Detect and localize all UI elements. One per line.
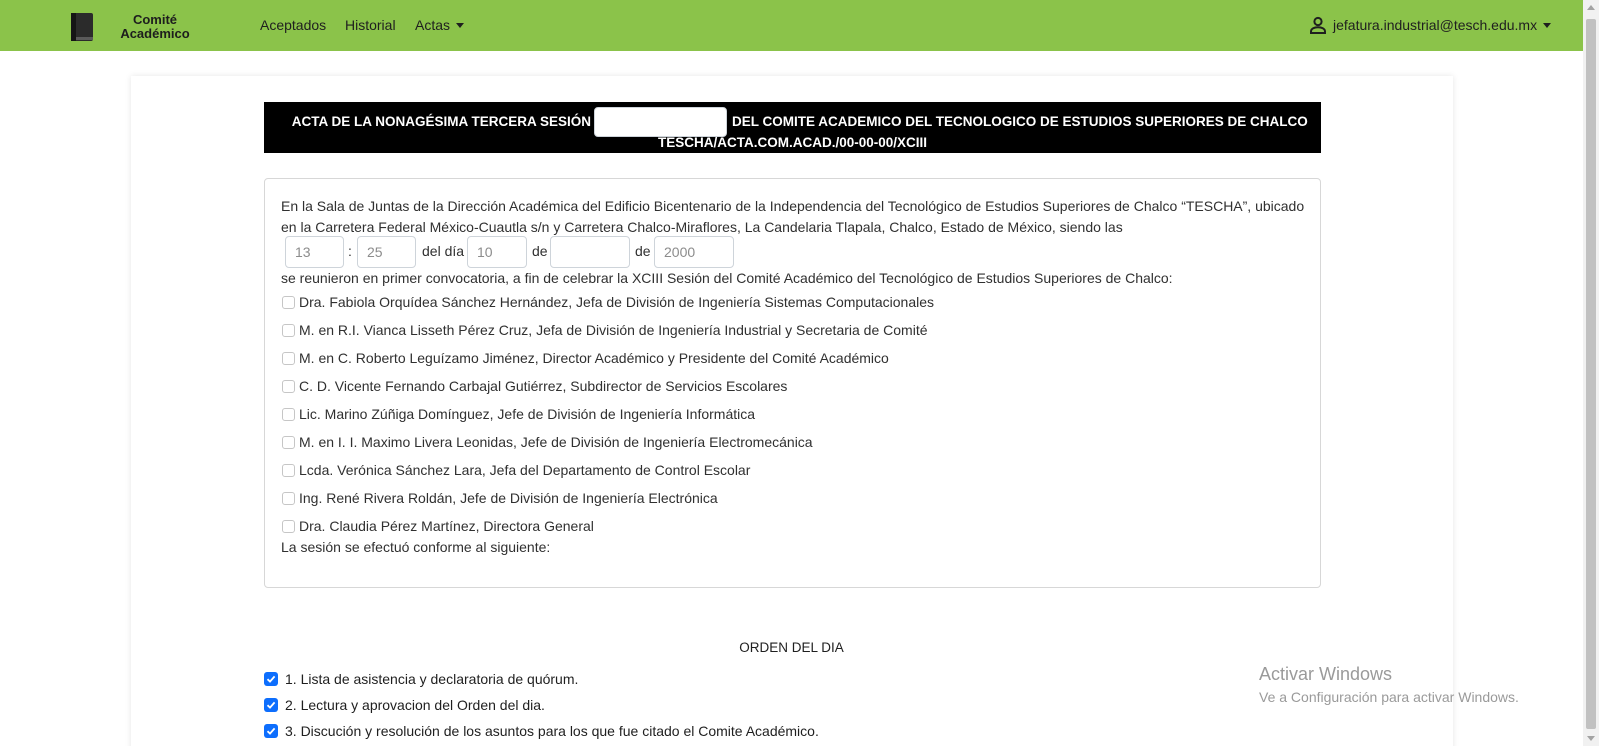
de-label-2: de — [635, 243, 651, 259]
attendee-checkbox[interactable] — [282, 408, 295, 421]
orden-label: 3. Discución y resolución de los asuntos… — [285, 723, 819, 739]
windows-activation-title: Activar Windows — [1259, 664, 1393, 684]
scroll-up-arrow-icon[interactable] — [1587, 5, 1595, 10]
attendee-label: C. D. Vicente Fernando Carbajal Gutiérre… — [299, 378, 788, 394]
acta-header: ACTA DE LA NONAGÉSIMA TERCERA SESIÓN DEL… — [264, 102, 1321, 153]
attendee-checkbox[interactable] — [282, 352, 295, 365]
orden-checkbox[interactable] — [264, 698, 278, 712]
nav-actas-label: Actas — [415, 17, 451, 33]
scroll-thumb[interactable] — [1586, 19, 1596, 729]
chevron-down-icon — [1543, 23, 1552, 28]
nav-aceptados[interactable]: Aceptados — [260, 17, 326, 33]
windows-activation-subtitle: Ve a Configuración para activar Windows. — [1259, 689, 1519, 705]
acta-code: TESCHA/ACTA.COM.ACAD./00-00-00/XCIII — [657, 135, 928, 150]
orden-label: 2. Lectura y aprovacion del Orden del di… — [285, 697, 545, 713]
check-icon — [266, 727, 276, 735]
attendee-label: Ing. René Rivera Roldán, Jefe de Divisió… — [299, 490, 718, 506]
attendee-checkbox[interactable] — [282, 492, 295, 505]
attendee-checkbox[interactable] — [282, 324, 295, 337]
acta-title-row: ACTA DE LA NONAGÉSIMA TERCERA SESIÓN DEL… — [264, 107, 1321, 137]
check-icon — [266, 675, 276, 683]
nav-historial[interactable]: Historial — [345, 17, 396, 33]
attendee-checkbox[interactable] — [282, 380, 295, 393]
person-icon[interactable] — [1308, 15, 1328, 35]
attendee-label: Lic. Marino Zúñiga Domínguez, Jefe de Di… — [299, 406, 756, 422]
nav-actas-dropdown[interactable]: Actas — [415, 17, 465, 33]
acta-body-card: En la Sala de Juntas de la Dirección Aca… — [264, 178, 1321, 588]
hour-input[interactable]: 13 — [285, 236, 344, 268]
brand-line-1: Comité — [132, 12, 178, 27]
de-label-1: de — [532, 243, 548, 259]
attendee-label: Lcda. Verónica Sánchez Lara, Jefa del De… — [299, 462, 751, 478]
user-menu-dropdown[interactable]: jefatura.industrial@tesch.edu.mx — [1333, 17, 1552, 33]
attendee-label: M. en R.I. Vianca Lisseth Pérez Cruz, Je… — [299, 322, 928, 338]
year-input[interactable]: 2000 — [654, 236, 734, 268]
orden-checkbox[interactable] — [264, 672, 278, 686]
acta-intro-text: En la Sala de Juntas de la Dirección Aca… — [281, 198, 1305, 235]
attendee-checkbox[interactable] — [282, 464, 295, 477]
month-input[interactable] — [550, 236, 630, 268]
brand-title[interactable]: Comité Académico — [110, 13, 200, 41]
attendee-checkbox[interactable] — [282, 520, 295, 533]
closing-text: La sesión se efectuó conforme al siguien… — [281, 539, 551, 555]
attendee-checkbox[interactable] — [282, 296, 295, 309]
attendee-checkbox[interactable] — [282, 436, 295, 449]
orden-label: 1. Lista de asistencia y declaratoria de… — [285, 671, 579, 687]
del-dia-label: del día — [422, 243, 465, 259]
attendee-label: M. en I. I. Maximo Livera Leonidas, Jefe… — [299, 434, 813, 450]
session-type-input[interactable] — [594, 107, 727, 137]
convocatoria-text: se reunieron en primer convocatoria, a f… — [281, 270, 1173, 286]
chevron-down-icon — [456, 23, 465, 28]
orden-title: ORDEN DEL DIA — [739, 640, 844, 655]
scroll-down-arrow-icon[interactable] — [1587, 736, 1595, 741]
time-separator: : — [348, 243, 352, 259]
page-scrollbar[interactable] — [1583, 0, 1599, 746]
orden-checkbox[interactable] — [264, 724, 278, 738]
attendee-label: Dra. Fabiola Orquídea Sánchez Hernández,… — [299, 294, 935, 310]
day-input[interactable]: 10 — [467, 236, 527, 268]
attendee-label: M. en C. Roberto Leguízamo Jiménez, Dire… — [299, 350, 889, 366]
book-icon[interactable] — [68, 11, 96, 43]
brand-line-2: Académico — [120, 26, 190, 41]
acta-title-part1: ACTA DE LA NONAGÉSIMA TERCERA SESIÓN — [291, 114, 591, 129]
attendee-label: Dra. Claudia Pérez Martínez, Directora G… — [299, 518, 594, 534]
top-navbar: Comité Académico Aceptados Historial Act… — [0, 0, 1583, 51]
acta-title-part2: DEL COMITE ACADEMICO DEL TECNOLOGICO DE … — [732, 114, 1308, 129]
user-email: jefatura.industrial@tesch.edu.mx — [1333, 17, 1538, 33]
check-icon — [266, 701, 276, 709]
minute-input[interactable]: 25 — [357, 236, 416, 268]
